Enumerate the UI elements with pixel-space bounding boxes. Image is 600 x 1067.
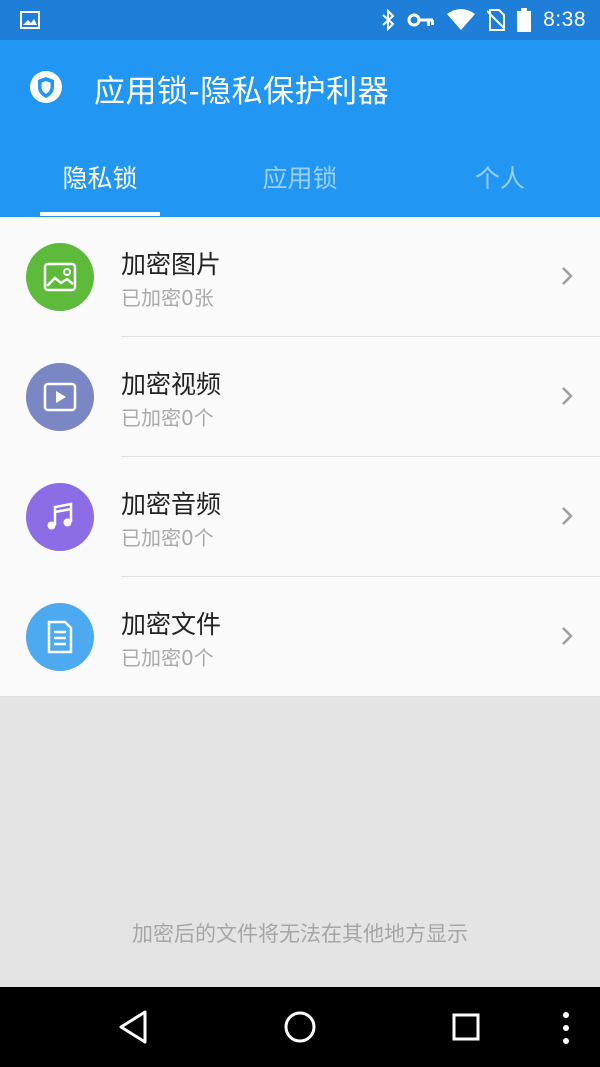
item-title: 加密图片 bbox=[121, 250, 222, 279]
list-item-encrypt-files[interactable]: 加密文件 已加密0个 bbox=[0, 577, 600, 697]
more-icon[interactable] bbox=[561, 1011, 571, 1045]
list-item-encrypt-audio[interactable]: 加密音频 已加密0个 bbox=[0, 457, 600, 577]
navigation-bar bbox=[0, 987, 600, 1067]
recents-icon[interactable] bbox=[452, 1013, 480, 1041]
tab-bar: 隐私锁 应用锁 个人 bbox=[0, 144, 600, 217]
image-icon bbox=[26, 243, 94, 311]
item-title: 加密音频 bbox=[121, 490, 222, 519]
chevron-right-icon bbox=[562, 627, 573, 645]
list-item-encrypt-images[interactable]: 加密图片 已加密0张 bbox=[0, 217, 600, 337]
item-title: 加密文件 bbox=[121, 610, 222, 639]
item-title: 加密视频 bbox=[121, 370, 222, 399]
play-icon bbox=[26, 363, 94, 431]
tab-privacy-lock[interactable]: 隐私锁 bbox=[0, 144, 200, 217]
page-title: 应用锁-隐私保护利器 bbox=[94, 74, 390, 110]
clock: 8:38 bbox=[543, 8, 586, 31]
chevron-right-icon bbox=[562, 507, 573, 525]
status-bar: 8:38 bbox=[0, 0, 600, 40]
app-bar: 应用锁-隐私保护利器 隐私锁 应用锁 个人 bbox=[0, 40, 600, 217]
bluetooth-icon bbox=[382, 9, 395, 31]
wifi-icon bbox=[447, 9, 476, 30]
chevron-right-icon bbox=[562, 267, 573, 285]
shield-icon bbox=[30, 71, 62, 103]
tab-personal[interactable]: 个人 bbox=[400, 144, 600, 217]
chevron-right-icon bbox=[562, 387, 573, 405]
home-icon[interactable] bbox=[283, 1010, 317, 1044]
back-icon[interactable] bbox=[117, 1009, 149, 1045]
tab-app-lock[interactable]: 应用锁 bbox=[200, 144, 400, 217]
list-item-encrypt-videos[interactable]: 加密视频 已加密0个 bbox=[0, 337, 600, 457]
encrypt-list: 加密图片 已加密0张 加密视频 已加密0个 加密音频 已加密0个 加密文件 已加… bbox=[0, 217, 600, 697]
item-subtitle: 已加密0个 bbox=[121, 406, 214, 430]
no-sim-icon bbox=[487, 9, 506, 31]
item-subtitle: 已加密0张 bbox=[121, 286, 214, 310]
divider bbox=[0, 696, 600, 697]
battery-icon bbox=[517, 8, 532, 32]
document-icon bbox=[26, 603, 94, 671]
tab-indicator bbox=[40, 212, 160, 216]
item-subtitle: 已加密0个 bbox=[121, 526, 214, 550]
music-note-icon bbox=[26, 483, 94, 551]
image-notification-icon bbox=[20, 11, 40, 29]
key-icon bbox=[407, 13, 435, 27]
item-subtitle: 已加密0个 bbox=[121, 646, 214, 670]
footer-note: 加密后的文件将无法在其他地方显示 bbox=[132, 922, 468, 946]
